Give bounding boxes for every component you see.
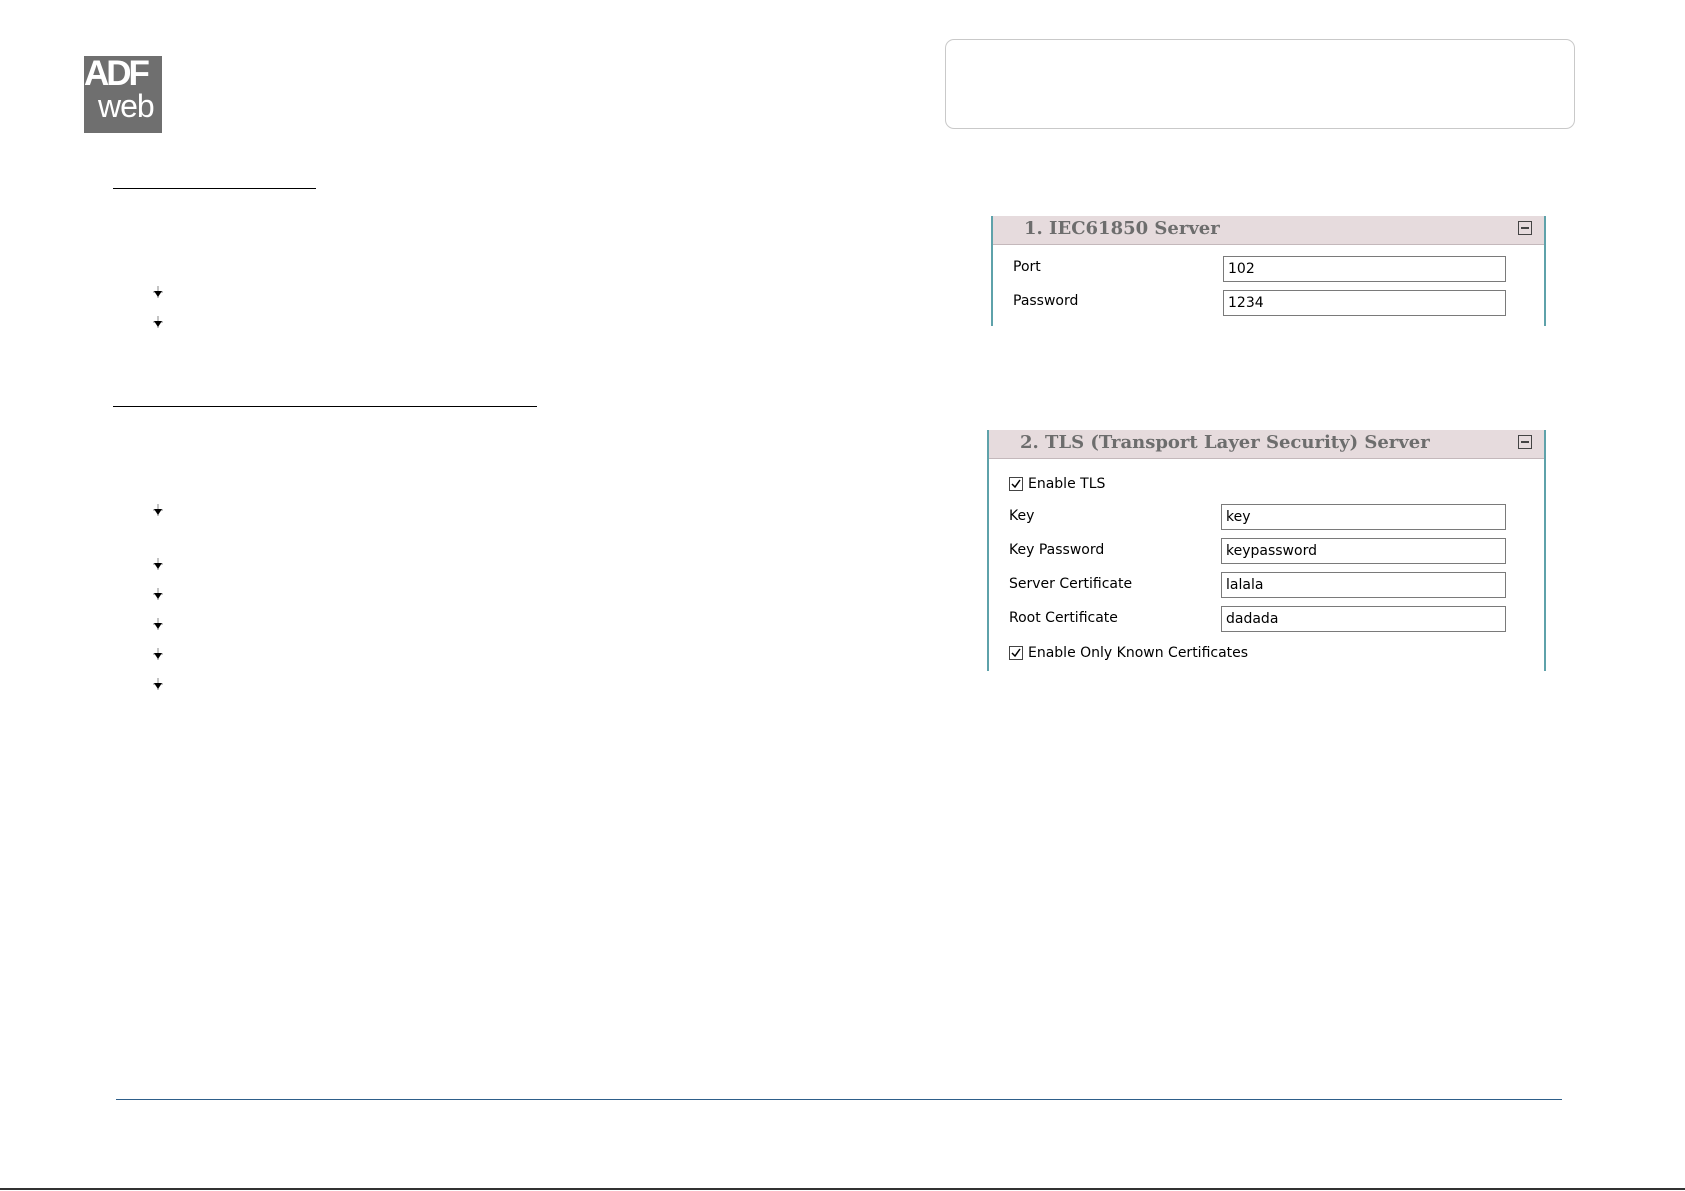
server-certificate-label: Server Certificate xyxy=(1009,576,1133,592)
arrow-bullet-icon xyxy=(152,645,164,660)
checkmark-icon xyxy=(1011,479,1021,489)
header-info-box xyxy=(945,39,1575,129)
iec61850-server-panel: 1. IEC61850 Server Port 102 Password 123… xyxy=(991,216,1546,326)
server-certificate-input[interactable]: lalala xyxy=(1221,572,1506,598)
key-input[interactable]: key xyxy=(1221,504,1506,530)
panel-header: 1. IEC61850 Server xyxy=(993,216,1544,245)
page-bottom-border xyxy=(0,1188,1685,1190)
enable-known-certificates-label: Enable Only Known Certificates xyxy=(1028,645,1249,661)
root-certificate-input[interactable]: dadada xyxy=(1221,606,1506,632)
key-label: Key xyxy=(1009,508,1035,524)
panel-header: 2. TLS (Transport Layer Security) Server xyxy=(989,430,1544,459)
port-label: Port xyxy=(1013,259,1041,275)
panel-title: 1. IEC61850 Server xyxy=(1024,218,1220,239)
enable-tls-label: Enable TLS xyxy=(1028,476,1106,492)
panel-title: 2. TLS (Transport Layer Security) Server xyxy=(1020,432,1430,453)
logo-text-web: web xyxy=(98,88,155,124)
tls-server-panel: 2. TLS (Transport Layer Security) Server… xyxy=(987,430,1546,671)
port-input[interactable]: 102 xyxy=(1223,256,1506,282)
key-password-input[interactable]: keypassword xyxy=(1221,538,1506,564)
password-input[interactable]: 1234 xyxy=(1223,290,1506,316)
collapse-minus-icon[interactable] xyxy=(1518,221,1532,235)
root-certificate-label: Root Certificate xyxy=(1009,610,1118,626)
password-label: Password xyxy=(1013,293,1079,309)
arrow-bullet-icon xyxy=(152,615,164,630)
arrow-bullet-icon xyxy=(152,675,164,690)
arrow-bullet-icon xyxy=(152,585,164,600)
section-2-heading-underline xyxy=(113,406,537,407)
footer-divider xyxy=(116,1099,1562,1100)
enable-known-certificates-checkbox[interactable] xyxy=(1009,646,1023,660)
arrow-bullet-icon xyxy=(152,313,164,328)
enable-tls-checkbox[interactable] xyxy=(1009,477,1023,491)
key-password-label: Key Password xyxy=(1009,542,1105,558)
section-1-heading-underline xyxy=(113,188,316,189)
arrow-bullet-icon xyxy=(152,555,164,570)
adfweb-logo: ADF web xyxy=(84,56,162,133)
checkmark-icon xyxy=(1011,648,1021,658)
arrow-bullet-icon xyxy=(152,501,164,516)
collapse-minus-icon[interactable] xyxy=(1518,435,1532,449)
arrow-bullet-icon xyxy=(152,283,164,298)
